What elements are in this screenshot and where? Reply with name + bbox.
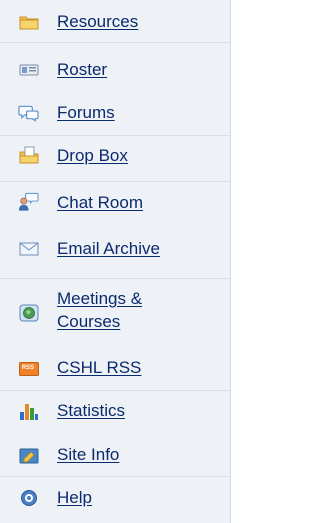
divider [0, 476, 230, 477]
menu-item-forums[interactable]: Forums [0, 99, 230, 127]
globe-icon [18, 304, 39, 322]
rss-icon: RSS [18, 360, 39, 378]
menu-item-help[interactable]: Help [0, 484, 230, 512]
menu-label-email-archive[interactable]: Email Archive [57, 238, 160, 259]
bar-chart-icon [18, 402, 39, 420]
help-icon [18, 489, 39, 507]
menu-item-chat-room[interactable]: Chat Room [0, 188, 230, 218]
divider [0, 181, 230, 182]
menu-label-resources[interactable]: Resources [57, 11, 138, 32]
folder-icon [18, 13, 39, 31]
divider [0, 390, 230, 391]
roster-card-icon [18, 61, 39, 79]
menu-item-meetings-courses[interactable]: Meetings & Courses [0, 284, 230, 334]
menu-label-chat-room[interactable]: Chat Room [57, 192, 143, 213]
divider [0, 135, 230, 136]
site-info-icon [18, 447, 39, 465]
menu-item-roster[interactable]: Roster [0, 56, 230, 84]
menu-item-cshl-rss[interactable]: RSS CSHL RSS [0, 354, 230, 382]
menu-label-courses[interactable]: Courses [57, 311, 120, 332]
menu-label-meetings[interactable]: Meetings & [57, 288, 142, 309]
envelope-icon [18, 240, 39, 258]
divider [0, 42, 230, 43]
dropbox-folder-icon [18, 146, 39, 164]
menu-item-statistics[interactable]: Statistics [0, 397, 230, 425]
menu-label-drop-box[interactable]: Drop Box [57, 145, 128, 166]
rss-badge-text: RSS [21, 365, 35, 371]
tool-menu: Resources Roster Forums Drop Box Chat Ro… [0, 0, 231, 523]
menu-item-site-info[interactable]: Site Info [0, 441, 230, 469]
menu-label-statistics[interactable]: Statistics [57, 400, 125, 421]
menu-label-cshl-rss[interactable]: CSHL RSS [57, 357, 141, 378]
menu-label-help[interactable]: Help [57, 487, 92, 508]
speech-bubbles-icon [18, 104, 39, 122]
chat-person-icon [18, 192, 39, 211]
menu-label-roster[interactable]: Roster [57, 59, 107, 80]
menu-label-forums[interactable]: Forums [57, 102, 115, 123]
menu-item-resources[interactable]: Resources [0, 8, 230, 36]
menu-item-drop-box[interactable]: Drop Box [0, 141, 230, 171]
menu-item-email-archive[interactable]: Email Archive [0, 234, 230, 264]
menu-label-site-info[interactable]: Site Info [57, 444, 119, 465]
divider [0, 278, 230, 279]
